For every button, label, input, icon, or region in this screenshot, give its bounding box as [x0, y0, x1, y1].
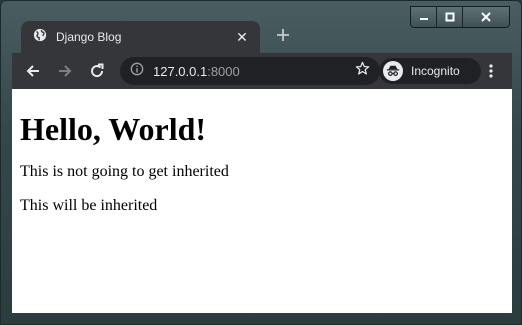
- star-icon[interactable]: [355, 61, 370, 81]
- browser-toolbar: 127.0.0.1:8000 Incognito: [12, 53, 512, 89]
- paragraph-inherited: This will be inherited: [20, 197, 158, 214]
- address-bar[interactable]: 127.0.0.1:8000: [120, 57, 380, 85]
- url-port: :8000: [207, 63, 240, 79]
- menu-button[interactable]: [480, 60, 502, 82]
- plus-icon: [277, 29, 289, 41]
- minimize-button[interactable]: [411, 7, 437, 27]
- incognito-label: Incognito: [411, 64, 460, 78]
- url-host: 127.0.0.1: [153, 63, 208, 79]
- reload-button[interactable]: [86, 60, 108, 82]
- maximize-icon: [445, 12, 454, 22]
- globe-icon: [33, 28, 47, 47]
- maximize-button[interactable]: [437, 7, 463, 27]
- incognito-chip[interactable]: Incognito: [379, 58, 481, 84]
- reload-icon: [91, 63, 104, 78]
- close-icon: [481, 12, 491, 22]
- url-text[interactable]: 127.0.0.1:8000: [153, 64, 355, 79]
- minimize-icon: [419, 18, 428, 20]
- incognito-icon: [383, 61, 403, 81]
- browser-window: Django Blog ✕ 127.0.0.1:8000 Incognito H…: [0, 0, 522, 325]
- paragraph-not-inherited: This is not going to get inherited: [20, 163, 229, 180]
- new-tab-button[interactable]: [272, 24, 294, 46]
- menu-icon: [489, 64, 493, 78]
- back-icon: [26, 65, 39, 77]
- back-button[interactable]: [22, 60, 44, 82]
- page-heading: Hello, World!: [20, 111, 207, 147]
- forward-icon: [59, 65, 72, 77]
- window-controls: [410, 6, 510, 28]
- tab-title: Django Blog: [56, 30, 122, 44]
- page-content: Hello, World! This is not going to get i…: [12, 89, 512, 313]
- tab-close-button[interactable]: ✕: [234, 29, 250, 46]
- close-window-button[interactable]: [463, 7, 509, 27]
- forward-button[interactable]: [54, 60, 76, 82]
- tab-django-blog[interactable]: Django Blog ✕: [21, 21, 260, 53]
- info-icon[interactable]: [130, 62, 144, 81]
